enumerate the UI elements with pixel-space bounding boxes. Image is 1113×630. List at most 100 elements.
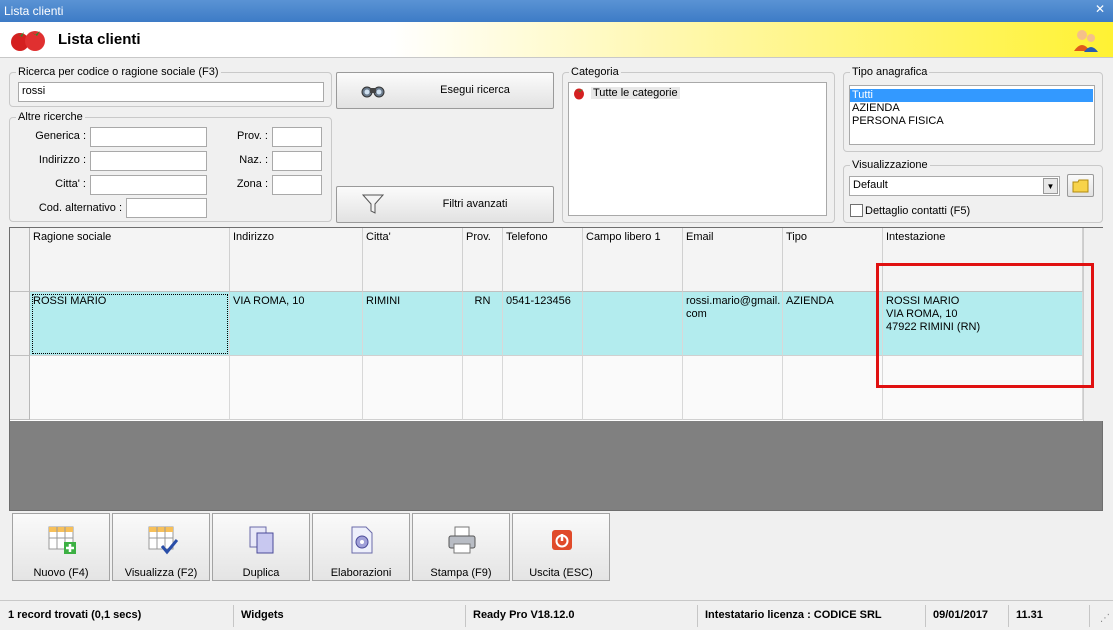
strawberry-icon (11, 31, 45, 51)
folder-icon (1072, 179, 1089, 193)
empty-cell[interactable] (363, 356, 463, 420)
categoria-item-label: Tutte le categorie (591, 87, 680, 99)
tipo-anagrafica-legend: Tipo anagrafica (850, 66, 930, 78)
tipo-option-azienda[interactable]: AZIENDA (850, 102, 1094, 115)
close-icon[interactable]: ✕ (1093, 2, 1107, 16)
cell-indirizzo[interactable]: VIA ROMA, 10 (230, 292, 363, 356)
cell-telefono[interactable]: 0541-123456 (503, 292, 583, 356)
email-line: com (686, 308, 707, 320)
nuovo-button[interactable]: Nuovo (F4) (12, 513, 110, 581)
tipo-option-tutti[interactable]: Tutti (850, 89, 1093, 102)
printer-icon (448, 526, 476, 554)
naz-input[interactable] (272, 151, 322, 171)
dettaglio-contatti-checkbox[interactable] (850, 204, 863, 217)
col-ragione-sociale[interactable]: Ragione sociale (30, 228, 230, 292)
empty-cell[interactable] (783, 356, 883, 420)
search-legend: Ricerca per codice o ragione sociale (F3… (16, 66, 221, 78)
row-header[interactable] (10, 356, 30, 420)
indirizzo-input[interactable] (90, 151, 207, 171)
strawberry-icon (574, 88, 584, 100)
cell-prov[interactable]: RN (463, 292, 503, 356)
run-search-label: Esegui ricerca (440, 84, 510, 96)
col-campo-libero-1[interactable]: Campo libero 1 (583, 228, 683, 292)
prov-label: Prov. : (237, 130, 268, 142)
status-time: 11.31 (1010, 605, 1090, 627)
col-tipo[interactable]: Tipo (783, 228, 883, 292)
funnel-icon (361, 194, 385, 214)
citta-label: Citta' : (55, 178, 86, 190)
cell-ragione-sociale[interactable]: ROSSI MARIO (30, 292, 230, 356)
email-line: rossi.mario@gmail. (686, 295, 781, 307)
generica-label: Generica : (35, 130, 86, 142)
cod-alternativo-input[interactable] (126, 198, 207, 218)
status-date: 09/01/2017 (927, 605, 1009, 627)
cod-alternativo-label: Cod. alternativo : (38, 202, 122, 214)
empty-cell[interactable] (30, 356, 230, 420)
advanced-filters-label: Filtri avanzati (442, 198, 508, 210)
users-icon[interactable] (1073, 27, 1099, 53)
col-telefono[interactable]: Telefono (503, 228, 583, 292)
window-titlebar: Lista clienti ✕ (0, 0, 1113, 22)
status-widgets[interactable]: Widgets (235, 605, 466, 627)
duplica-label: Duplica (242, 567, 280, 579)
advanced-filters-button[interactable]: Filtri avanzati (336, 186, 554, 223)
page-header: Lista clienti (0, 22, 1113, 58)
empty-cell[interactable] (503, 356, 583, 420)
zona-label: Zona : (236, 178, 268, 190)
indirizzo-label: Indirizzo : (38, 154, 86, 166)
categoria-tree[interactable]: Tutte le categorie (568, 82, 827, 216)
col-indirizzo[interactable]: Indirizzo (230, 228, 363, 292)
prov-input[interactable] (272, 127, 322, 147)
status-version: Ready Pro V18.12.0 (467, 605, 698, 627)
generica-input[interactable] (90, 127, 207, 147)
cell-email[interactable]: rossi.mario@gmail. com (683, 292, 783, 356)
highlight-box (876, 263, 1094, 388)
zona-input[interactable] (272, 175, 322, 195)
visualizzazione-value: Default (853, 179, 888, 191)
empty-cell[interactable] (463, 356, 503, 420)
status-records: 1 record trovati (0,1 secs) (2, 605, 234, 627)
stampa-button[interactable]: Stampa (F9) (412, 513, 510, 581)
col-email[interactable]: Email (683, 228, 783, 292)
page-title: Lista clienti (58, 31, 141, 48)
power-icon (552, 530, 572, 550)
row-header[interactable] (10, 292, 30, 356)
empty-cell[interactable] (683, 356, 783, 420)
tipo-anagrafica-list[interactable]: Tutti AZIENDA PERSONA FISICA (849, 85, 1095, 145)
nuovo-label: Nuovo (F4) (33, 567, 89, 579)
header-row-corner (10, 228, 30, 292)
status-bar: 1 record trovati (0,1 secs) Widgets Read… (0, 600, 1113, 630)
col-citta[interactable]: Citta' (363, 228, 463, 292)
uscita-button[interactable]: Uscita (ESC) (512, 513, 610, 581)
tipo-option-persona-fisica[interactable]: PERSONA FISICA (850, 115, 1094, 128)
naz-label: Naz. : (239, 154, 268, 166)
document-gear-icon (351, 526, 373, 554)
duplica-button[interactable]: Duplica (212, 513, 310, 581)
window-title: Lista clienti (4, 4, 64, 18)
citta-input[interactable] (90, 175, 207, 195)
cell-campo-libero-1[interactable] (583, 292, 683, 356)
cell-citta[interactable]: RIMINI (363, 292, 463, 356)
visualizza-button[interactable]: Visualizza (F2) (112, 513, 210, 581)
resize-grip-icon[interactable]: ⋰ (1100, 613, 1110, 624)
col-prov[interactable]: Prov. (463, 228, 503, 292)
chevron-down-icon[interactable]: ▼ (1043, 178, 1058, 194)
cell-tipo[interactable]: AZIENDA (783, 292, 883, 356)
elaborazioni-button[interactable]: Elaborazioni (312, 513, 410, 581)
visualizza-label: Visualizza (F2) (124, 567, 198, 579)
empty-cell[interactable] (583, 356, 683, 420)
visualizzazione-legend: Visualizzazione (850, 159, 930, 171)
duplicate-icon (249, 526, 274, 554)
empty-cell[interactable] (230, 356, 363, 420)
dettaglio-contatti-label: Dettaglio contatti (F5) (865, 205, 971, 217)
open-folder-button[interactable] (1067, 174, 1094, 197)
run-search-button[interactable]: Esegui ricerca (336, 72, 554, 109)
uscita-label: Uscita (ESC) (529, 567, 593, 579)
visualizzazione-select[interactable]: Default ▼ (849, 176, 1060, 196)
other-search-legend: Altre ricerche (16, 111, 85, 123)
search-input[interactable]: rossi (18, 82, 324, 102)
categoria-legend: Categoria (569, 66, 621, 78)
status-license: Intestatario licenza : CODICE SRL (699, 605, 926, 627)
grid-check-icon (148, 526, 178, 555)
elaborazioni-label: Elaborazioni (330, 567, 392, 579)
